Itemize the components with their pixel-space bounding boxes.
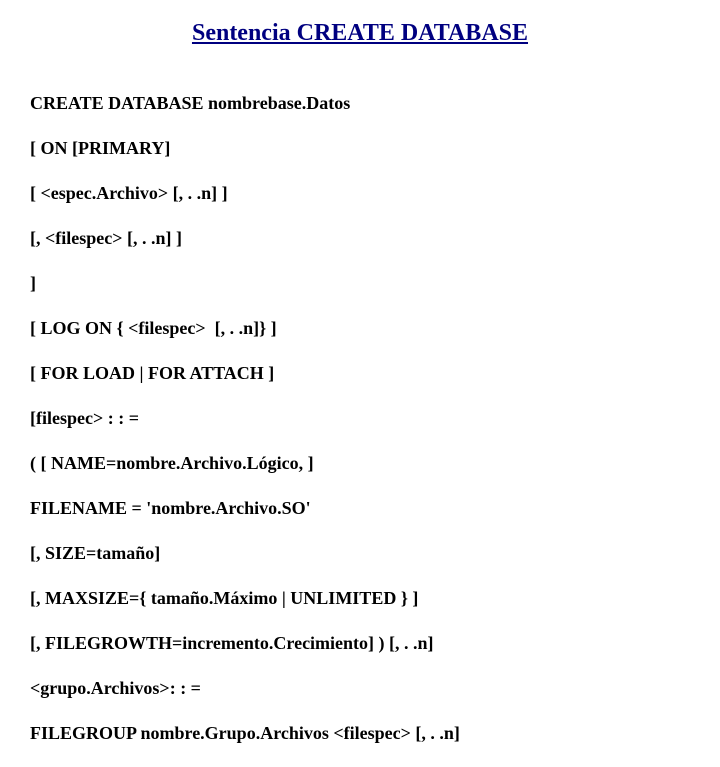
page-title: Sentencia CREATE DATABASE bbox=[90, 20, 630, 47]
syntax-line: [ FOR LOAD | FOR ATTACH ] bbox=[30, 362, 690, 385]
syntax-line: [ <espec.Archivo> [, . .n] ] bbox=[30, 182, 690, 205]
syntax-line: <grupo.Archivos>: : = bbox=[30, 677, 690, 700]
syntax-line: [, FILEGROWTH=incremento.Crecimiento] ) … bbox=[30, 632, 690, 655]
syntax-line: FILEGROUP nombre.Grupo.Archivos <filespe… bbox=[30, 722, 690, 745]
syntax-line: [filespec> : : = bbox=[30, 407, 690, 430]
syntax-line: ( [ NAME=nombre.Archivo.Lógico, ] bbox=[30, 452, 690, 475]
syntax-line: ] bbox=[30, 272, 690, 295]
syntax-line: CREATE DATABASE nombrebase.Datos bbox=[30, 92, 690, 115]
syntax-block: CREATE DATABASE nombrebase.Datos [ ON [P… bbox=[30, 69, 690, 767]
syntax-line: [, <filespec> [, . .n] ] bbox=[30, 227, 690, 250]
syntax-line: [ LOG ON { <filespec> [, . .n]} ] bbox=[30, 317, 690, 340]
syntax-line: FILENAME = 'nombre.Archivo.SO' bbox=[30, 497, 690, 520]
syntax-line: [, SIZE=tamaño] bbox=[30, 542, 690, 565]
syntax-line: [, MAXSIZE={ tamaño.Máximo | UNLIMITED }… bbox=[30, 587, 690, 610]
syntax-line: [ ON [PRIMARY] bbox=[30, 137, 690, 160]
